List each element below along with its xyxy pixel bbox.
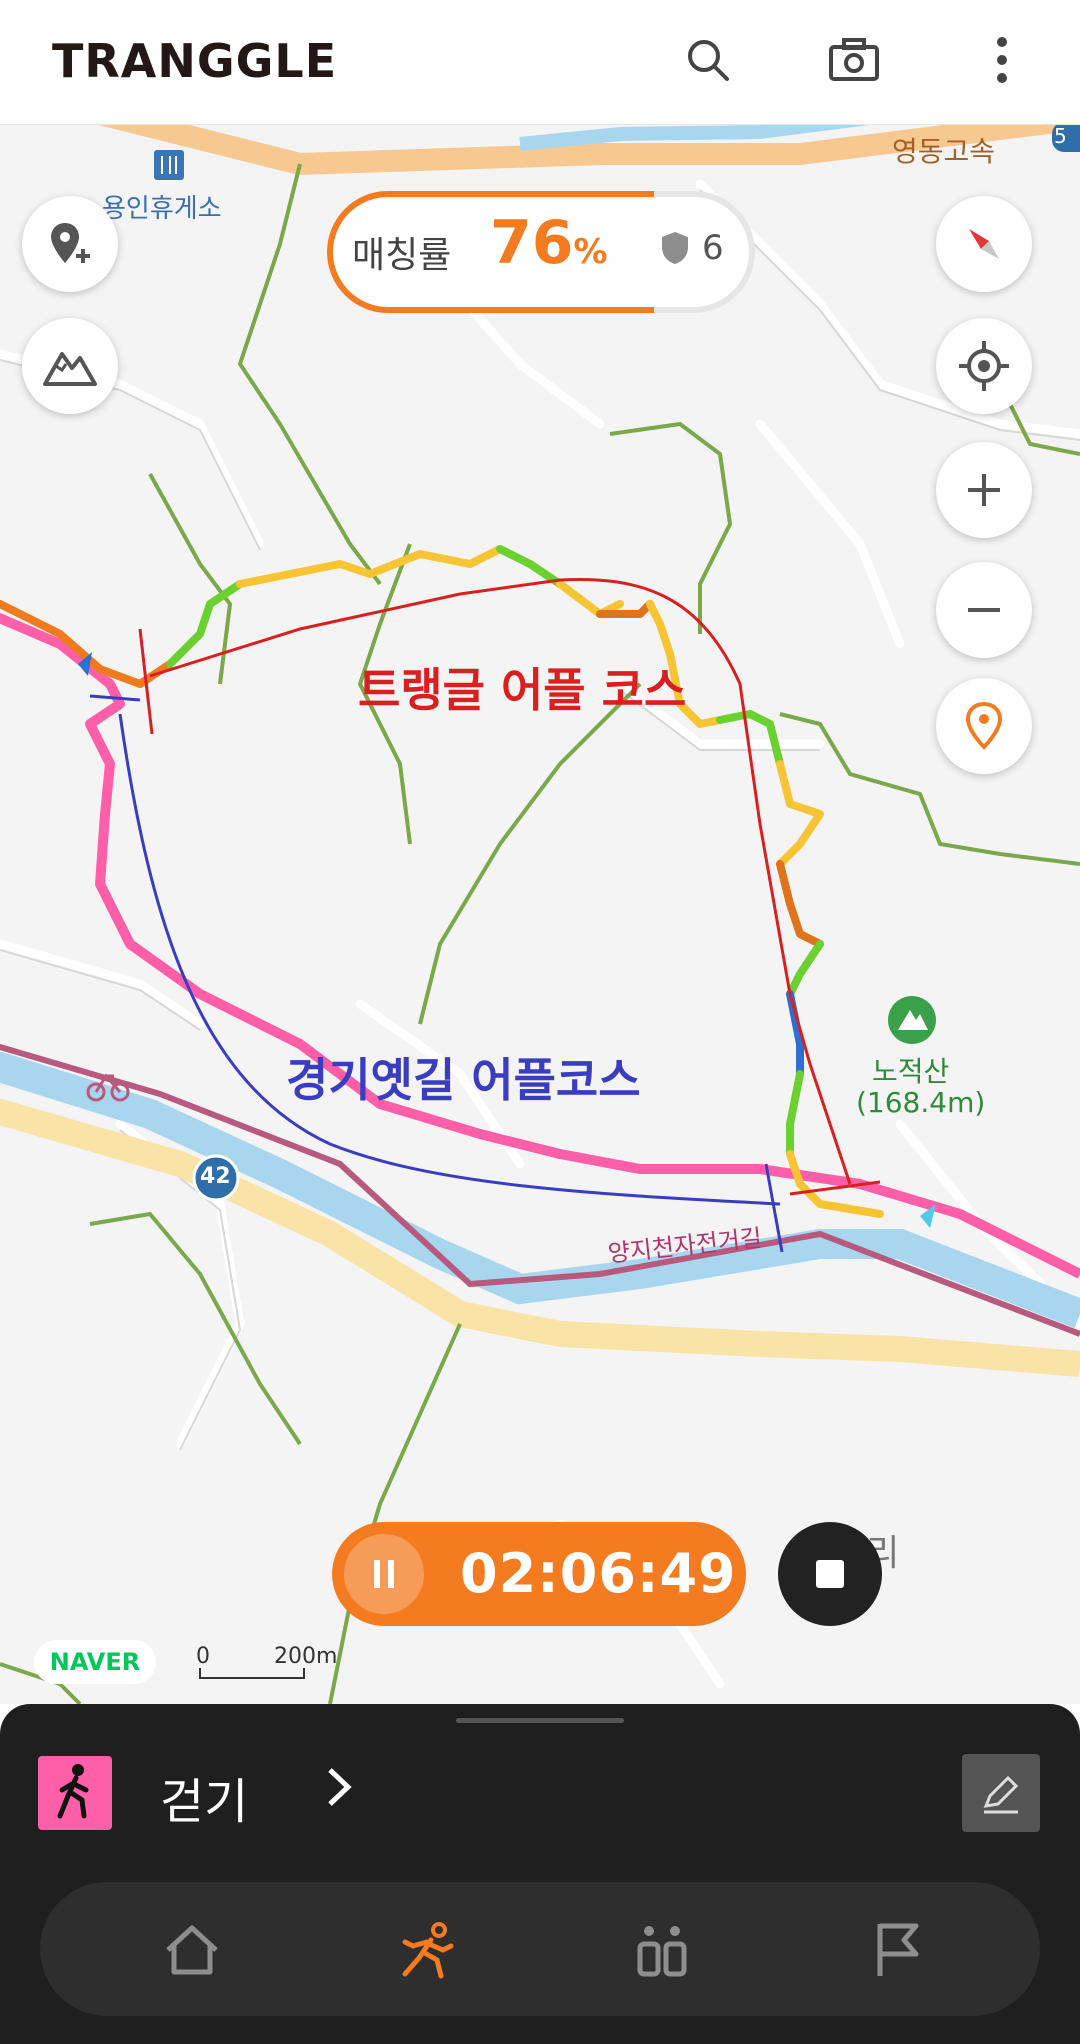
search-icon [688, 40, 729, 81]
map-attribution: NAVER [34, 1640, 156, 1684]
chevron-right-icon[interactable] [322, 1762, 358, 1812]
edit-button[interactable] [962, 1754, 1040, 1832]
elapsed-time: 02:06:49 [460, 1542, 737, 1605]
add-location-button[interactable] [22, 196, 118, 292]
pause-icon [374, 1560, 394, 1588]
route-5-label: 5 [1054, 124, 1067, 148]
flag-icon [877, 1923, 919, 1976]
stop-icon [816, 1560, 844, 1588]
match-rate-value: 76% [490, 208, 608, 278]
pencil-icon [983, 1775, 1019, 1814]
match-rate-label: 매칭률 [352, 235, 452, 276]
timer-control: 02:06:49 [332, 1522, 746, 1626]
camera-button[interactable] [822, 28, 886, 92]
match-rate-indicator: 매칭률 76% 6 [326, 190, 756, 314]
compass-button[interactable] [936, 196, 1032, 292]
gyeonggi-course-annotation: 경기옛길 어플코스 [286, 1053, 641, 1107]
mountain-height-label: (168.4m) [856, 1086, 986, 1119]
scale-bar [199, 1668, 305, 1679]
walking-icon [38, 1756, 112, 1830]
nav-challenge[interactable] [858, 1910, 938, 1990]
more-menu-button[interactable] [970, 28, 1034, 92]
bottom-panel: 걷기 [0, 1704, 1080, 2044]
zoom-in-button[interactable] [936, 442, 1032, 538]
minus-icon [968, 608, 1000, 612]
bottom-navigation [40, 1882, 1040, 2016]
add-location-icon [51, 223, 90, 263]
rest-area-label: 용인휴게소 [102, 194, 222, 224]
trangle-course-annotation: 트랭글 어플 코스 [358, 663, 687, 717]
compass-icon [969, 229, 999, 259]
map-pin-icon [965, 701, 1003, 750]
match-count: 6 [702, 228, 724, 268]
place-pin-button[interactable] [936, 678, 1032, 774]
camera-icon [829, 38, 879, 81]
route-42-label: 42 [200, 1164, 231, 1189]
minor-roads [0, 179, 1080, 1689]
more-vert-icon [997, 37, 1007, 83]
running-icon [402, 1922, 454, 1979]
highway-label: 영동고속 [892, 135, 996, 168]
shield-icon [662, 232, 688, 264]
home-icon [166, 1925, 218, 1975]
pause-button[interactable] [344, 1534, 424, 1614]
match-rate-unit: % [573, 232, 608, 272]
map-canvas [0, 124, 1080, 1704]
app-logo: TRANGGLE [52, 34, 338, 88]
drag-handle[interactable] [456, 1718, 624, 1723]
activity-type-label[interactable]: 걷기 [160, 1762, 248, 1832]
app-header: TRANGGLE [0, 0, 1080, 125]
stop-button[interactable] [778, 1522, 882, 1626]
plus-icon [968, 474, 1000, 506]
nav-community[interactable] [622, 1910, 702, 1990]
gps-target-icon [959, 341, 1009, 391]
zoom-out-button[interactable] [936, 562, 1032, 658]
my-location-button[interactable] [936, 318, 1032, 414]
map-view[interactable]: 용인휴게소 영동고속 5 42 노적산 (168.4m) 양지천자전거길 송문리… [0, 124, 1080, 1704]
terrain-button[interactable] [22, 318, 118, 414]
mountain-icon [43, 352, 97, 386]
search-button[interactable] [676, 28, 740, 92]
mountain-name-label: 노적산 [872, 1055, 950, 1088]
nav-activity[interactable] [386, 1910, 466, 1990]
nav-home[interactable] [152, 1910, 232, 1990]
people-icon [637, 1926, 687, 1977]
